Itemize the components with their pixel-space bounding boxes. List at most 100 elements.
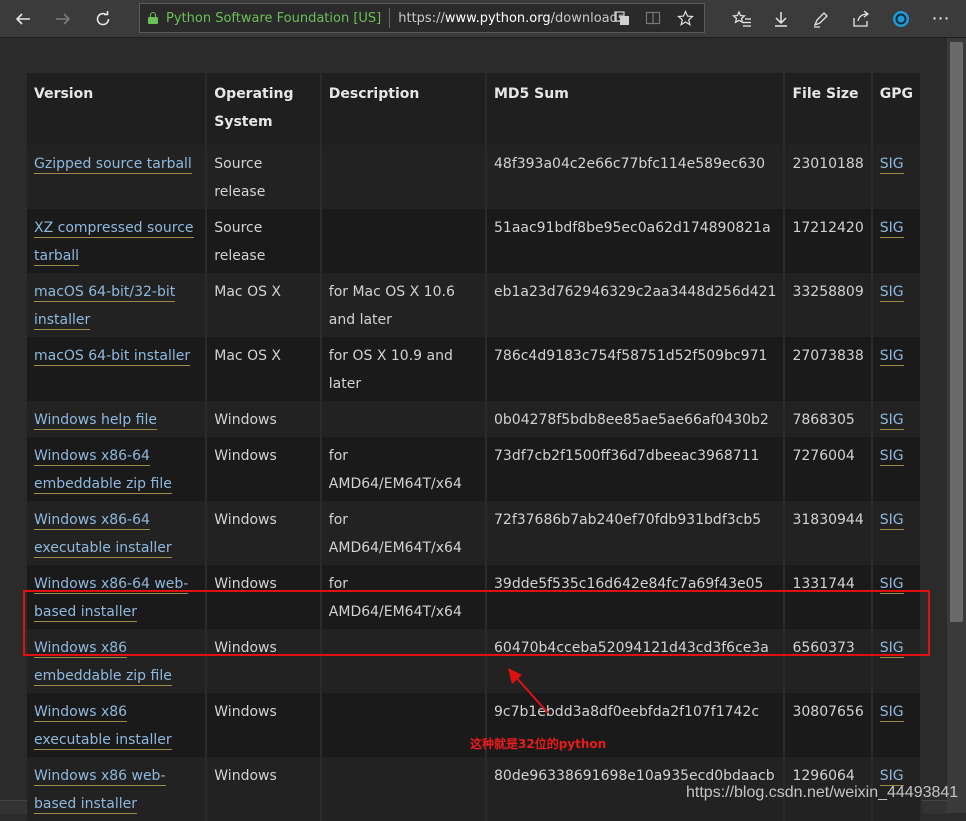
- file-size-cell: 7868305: [784, 401, 873, 437]
- file-size-cell: 31830944: [784, 501, 873, 565]
- favorite-star-icon[interactable]: [671, 4, 699, 32]
- refresh-button[interactable]: [88, 4, 118, 34]
- forward-button[interactable]: [48, 4, 78, 34]
- os-cell: Windows: [206, 565, 322, 629]
- browser-toolbar: Python Software Foundation [US] https://…: [0, 0, 966, 38]
- os-cell: Mac OS X: [206, 337, 322, 401]
- os-cell: Windows: [206, 437, 322, 501]
- description-cell: for AMD64/EM64T/x64: [320, 565, 488, 629]
- download-link[interactable]: macOS 64-bit installer: [34, 348, 191, 366]
- description-cell: [320, 209, 488, 273]
- download-link[interactable]: XZ compressed source tarball: [34, 220, 194, 266]
- os-cell: Windows: [206, 501, 322, 565]
- share-button[interactable]: [846, 4, 876, 34]
- download-link[interactable]: Windows x86 embeddable zip file: [34, 640, 172, 686]
- download-link[interactable]: Windows help file: [34, 412, 157, 430]
- translate-icon[interactable]: [608, 4, 636, 32]
- table-row: macOS 64-bit installer Mac OS X for OS X…: [27, 337, 923, 401]
- md5-cell: eb1a23d762946329c2aa3448d256d421: [486, 273, 786, 337]
- table-header-row: Version Operating System Description MD5…: [27, 73, 923, 145]
- table-row: macOS 64-bit/32-bit installer Mac OS X f…: [27, 273, 923, 337]
- sig-link[interactable]: SIG: [879, 348, 904, 366]
- download-link[interactable]: Windows x86 web-based installer: [34, 768, 166, 814]
- download-link[interactable]: Windows x86-64 web-based installer: [34, 576, 189, 622]
- table-row: Windows x86-64 embeddable zip file Windo…: [27, 437, 923, 501]
- os-cell: Source release: [206, 145, 322, 209]
- download-link[interactable]: Windows x86 executable installer: [34, 704, 172, 750]
- annotation-note: 这种就是32位的python: [470, 737, 607, 751]
- arrow-left-icon: [15, 13, 30, 25]
- os-cell: Windows: [206, 757, 322, 821]
- table-row: Gzipped source tarball Source release 48…: [27, 145, 923, 209]
- url-text[interactable]: https://www.python.org/downloads/re: [398, 11, 624, 26]
- table-row: Windows x86 embeddable zip file Windows …: [27, 629, 923, 693]
- file-size-cell: 17212420: [784, 209, 873, 273]
- scrollbar-thumb[interactable]: [950, 42, 963, 622]
- more-icon: ⋯: [931, 8, 951, 29]
- md5-cell: 786c4d9183c754f58751d52f509bc971: [486, 337, 786, 401]
- reading-view-icon[interactable]: [639, 4, 667, 32]
- description-cell: [320, 629, 488, 693]
- arrow-right-icon: [56, 13, 71, 25]
- md5-cell: 60470b4cceba52094121d43cd3f6ce3a: [486, 629, 786, 693]
- table-row: Windows help file Windows 0b04278f5bdb8e…: [27, 401, 923, 437]
- address-bar[interactable]: Python Software Foundation [US] https://…: [139, 3, 705, 33]
- sig-link[interactable]: SIG: [879, 640, 904, 658]
- description-cell: for AMD64/EM64T/x64: [320, 501, 488, 565]
- vertical-scrollbar[interactable]: [947, 38, 966, 813]
- description-cell: for OS X 10.9 and later: [320, 337, 488, 401]
- md5-cell: 72f37686b7ab240ef70fdb931bdf3cb5: [486, 501, 786, 565]
- extension-icon: [893, 11, 909, 27]
- description-cell: [320, 757, 488, 821]
- col-header-os: Operating System: [206, 73, 322, 145]
- sig-link[interactable]: SIG: [879, 412, 904, 430]
- md5-cell: 51aac91bdf8be95ec0a62d174890821a: [486, 209, 786, 273]
- site-identity[interactable]: Python Software Foundation [US]: [166, 11, 381, 26]
- table-row: XZ compressed source tarball Source rele…: [27, 209, 923, 273]
- download-link[interactable]: Gzipped source tarball: [34, 156, 192, 174]
- share-icon: [853, 10, 870, 27]
- download-link[interactable]: Windows x86-64 executable installer: [34, 512, 172, 558]
- file-size-cell: 23010188: [784, 145, 873, 209]
- back-button[interactable]: [8, 4, 38, 34]
- col-header-file-size: File Size: [784, 73, 873, 145]
- md5-cell: 39dde5f535c16d642e84fc7a69f43e05: [486, 565, 786, 629]
- file-size-cell: 30807656: [784, 693, 873, 757]
- download-link[interactable]: Windows x86-64 embeddable zip file: [34, 448, 172, 494]
- sig-link[interactable]: SIG: [879, 448, 904, 466]
- description-cell: [320, 145, 488, 209]
- sig-link[interactable]: SIG: [879, 220, 904, 238]
- more-button[interactable]: ⋯: [926, 4, 956, 34]
- sig-link[interactable]: SIG: [879, 284, 904, 302]
- file-size-cell: 7276004: [784, 437, 873, 501]
- downloads-table: Version Operating System Description MD5…: [27, 73, 923, 821]
- file-size-cell: 27073838: [784, 337, 873, 401]
- refresh-icon: [96, 11, 110, 26]
- md5-cell: 48f393a04c2e66c77bfc114e589ec630: [486, 145, 786, 209]
- description-cell: for Mac OS X 10.6 and later: [320, 273, 488, 337]
- download-link[interactable]: macOS 64-bit/32-bit installer: [34, 284, 176, 330]
- table-row: Windows x86-64 web-based installer Windo…: [27, 565, 923, 629]
- description-cell: for AMD64/EM64T/x64: [320, 437, 488, 501]
- favorites-list-icon: [732, 10, 751, 27]
- sig-link[interactable]: SIG: [879, 512, 904, 530]
- favorites-list-button[interactable]: [727, 4, 757, 34]
- extension-button[interactable]: [886, 4, 916, 34]
- sig-link[interactable]: SIG: [879, 156, 904, 174]
- os-cell: Windows: [206, 401, 322, 437]
- download-button[interactable]: [766, 4, 796, 34]
- os-cell: Mac OS X: [206, 273, 322, 337]
- col-header-md5: MD5 Sum: [486, 73, 786, 145]
- md5-cell: 0b04278f5bdb8ee85ae5ae66af0430b2: [486, 401, 786, 437]
- col-header-description: Description: [320, 73, 488, 145]
- os-cell: Windows: [206, 693, 322, 757]
- watermark-text: https://blog.csdn.net/weixin_44493841: [686, 784, 959, 801]
- lock-icon: [148, 12, 158, 24]
- file-size-cell: 6560373: [784, 629, 873, 693]
- sig-link[interactable]: SIG: [879, 704, 904, 722]
- pen-button[interactable]: [806, 4, 836, 34]
- description-cell: [320, 693, 488, 757]
- col-header-gpg: GPG: [871, 73, 923, 145]
- sig-link[interactable]: SIG: [879, 576, 904, 594]
- file-size-cell: 1331744: [784, 565, 873, 629]
